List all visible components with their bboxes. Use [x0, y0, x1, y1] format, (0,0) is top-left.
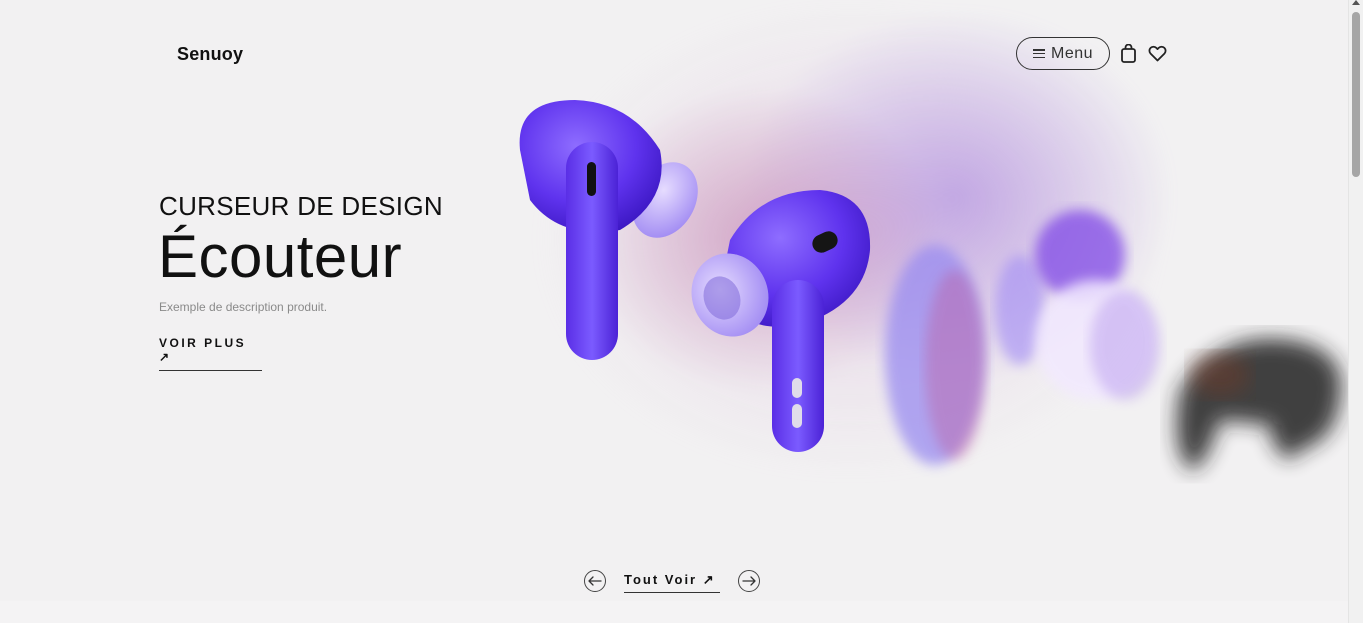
menu-button[interactable]: Menu [1016, 37, 1110, 70]
see-all-link[interactable]: Tout Voir ↗ [624, 572, 720, 593]
shopping-bag-icon[interactable] [1120, 44, 1137, 63]
page-below-fold [0, 601, 1348, 623]
heart-icon[interactable] [1148, 45, 1167, 62]
brand-logo[interactable]: Senuoy [177, 44, 243, 65]
see-more-link[interactable]: VOIR PLUS ↗ [159, 336, 262, 371]
arrow-left-icon [588, 576, 602, 586]
hero-description: Exemple de description produit. [159, 300, 328, 314]
next-slide-button[interactable] [738, 570, 760, 592]
hero-eyebrow: CURSEUR DE DESIGN [159, 191, 443, 221]
arrow-right-icon [742, 576, 756, 586]
previous-slide-button[interactable] [584, 570, 606, 592]
scrollbar-thumb[interactable] [1352, 12, 1360, 177]
slider-navigation: Tout Voir ↗ [584, 569, 764, 595]
menu-label: Menu [1050, 44, 1094, 62]
product-image [519, 100, 1342, 470]
hero-title: Écouteur [158, 223, 403, 290]
scroll-up-arrow-icon[interactable] [1352, 0, 1360, 5]
hamburger-icon [1032, 49, 1045, 58]
vertical-scrollbar[interactable] [1348, 0, 1363, 623]
hero-section: Senuoy Menu CURSEUR DE DESIGN Écouteur E… [0, 0, 1348, 601]
